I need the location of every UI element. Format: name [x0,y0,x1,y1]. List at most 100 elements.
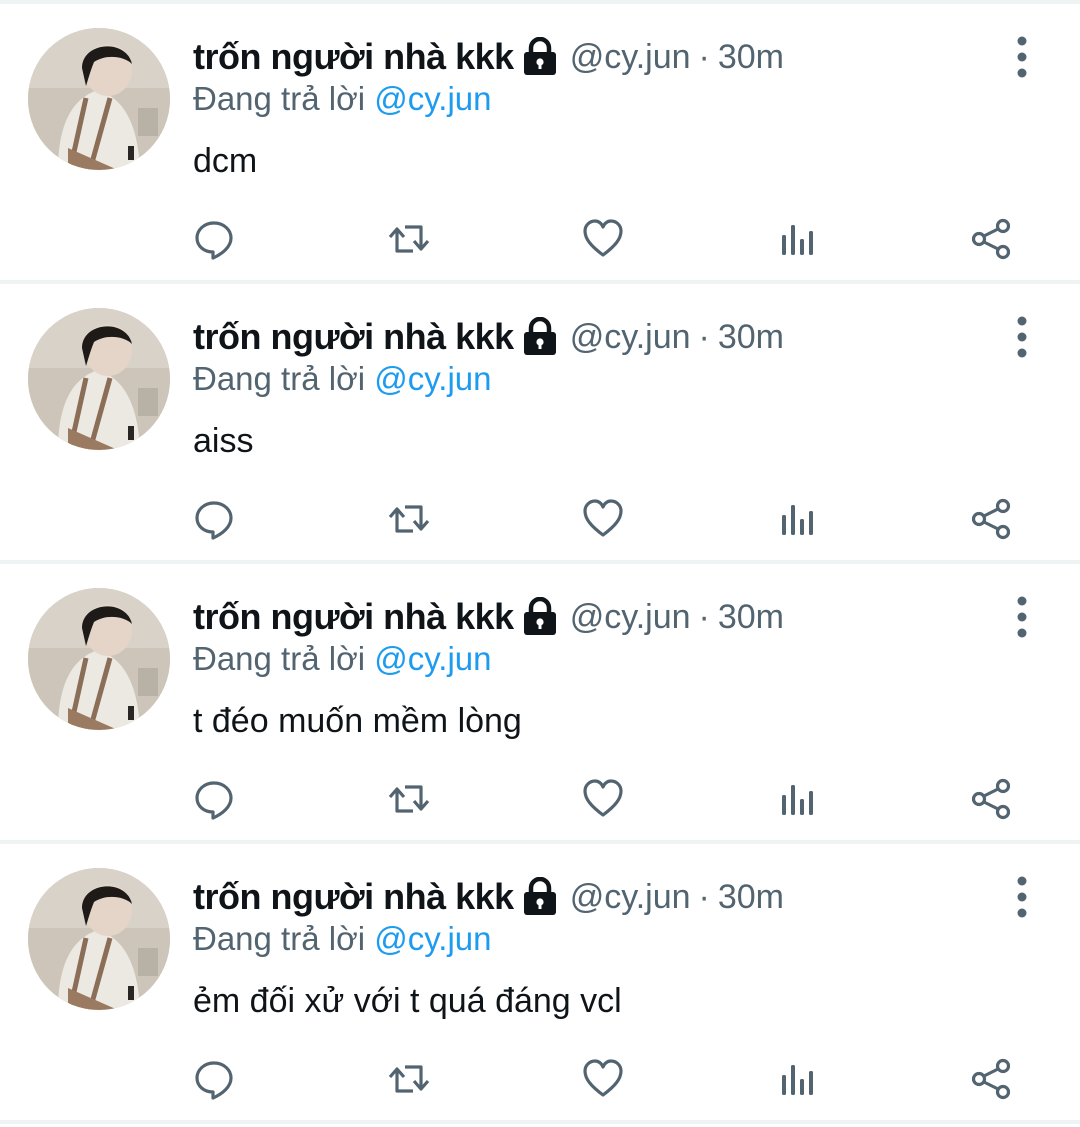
reply-icon [195,221,233,260]
replying-to-label: Đang trả lời [193,640,366,677]
tweet-header: trốn người nhà kkk @cy.jun · 30m [193,872,784,922]
replying-to-label: Đang trả lời [193,80,366,117]
reply-feed: trốn người nhà kkk @cy.jun · 30m Đang tr… [0,4,1080,1124]
timestamp[interactable]: 30m [718,598,784,637]
lock-icon [522,316,558,357]
retweet-button[interactable] [384,774,434,824]
tweet-actions [0,774,1080,824]
heart-icon [583,1059,623,1097]
reply-button[interactable] [189,494,239,544]
timestamp[interactable]: 30m [718,878,784,917]
reply-icon [195,781,233,820]
display-name[interactable]: trốn người nhà kkk [193,596,514,638]
retweet-icon [388,785,430,813]
tweet-text: t đéo muốn mềm lòng [193,702,522,740]
separator-dot: · [698,877,710,916]
reply-button[interactable] [189,214,239,264]
replying-to: Đang trả lời @cy.jun [193,920,491,958]
tweet-header: trốn người nhà kkk @cy.jun · 30m [193,592,784,642]
tweet-text: dcm [193,142,258,180]
retweet-button[interactable] [384,1054,434,1104]
timestamp[interactable]: 30m [718,38,784,77]
share-button[interactable] [966,494,1016,544]
more-vertical-icon [1017,596,1027,638]
reply-icon [195,501,233,540]
share-icon [971,778,1011,820]
replying-to: Đang trả lời @cy.jun [193,360,491,398]
replying-to-label: Đang trả lời [193,920,366,957]
share-icon [971,218,1011,260]
retweet-icon [388,505,430,533]
handle[interactable]: @cy.jun [570,878,691,917]
replying-to-label: Đang trả lời [193,360,366,397]
views-button[interactable] [772,774,822,824]
views-button[interactable] [772,494,822,544]
like-button[interactable] [578,494,628,544]
tweet[interactable]: trốn người nhà kkk @cy.jun · 30m Đang tr… [0,564,1080,844]
more-vertical-icon [1017,36,1027,78]
display-name[interactable]: trốn người nhà kkk [193,36,514,78]
tweet-header: trốn người nhà kkk @cy.jun · 30m [193,312,784,362]
views-button[interactable] [772,1054,822,1104]
more-vertical-icon [1017,876,1027,918]
tweet[interactable]: trốn người nhà kkk @cy.jun · 30m Đang tr… [0,284,1080,564]
heart-icon [583,499,623,537]
replying-to-mention[interactable]: @cy.jun [374,640,491,677]
retweet-button[interactable] [384,214,434,264]
tweet-text: aiss [193,422,254,460]
like-button[interactable] [578,214,628,264]
reply-button[interactable] [189,774,239,824]
more-options-button[interactable] [1002,594,1042,640]
avatar[interactable] [28,308,170,450]
views-chart-icon [782,1065,813,1095]
tweet-header: trốn người nhà kkk @cy.jun · 30m [193,32,784,82]
tweet-actions [0,214,1080,264]
handle[interactable]: @cy.jun [570,598,691,637]
reply-icon [195,1061,233,1100]
replying-to-mention[interactable]: @cy.jun [374,360,491,397]
replying-to: Đang trả lời @cy.jun [193,80,491,118]
share-button[interactable] [966,774,1016,824]
tweet-actions [0,494,1080,544]
timestamp[interactable]: 30m [718,318,784,357]
share-button[interactable] [966,214,1016,264]
retweet-icon [388,1065,430,1093]
handle[interactable]: @cy.jun [570,318,691,357]
share-icon [971,1058,1011,1100]
reply-button[interactable] [189,1054,239,1104]
retweet-icon [388,225,430,253]
share-button[interactable] [966,1054,1016,1104]
separator-dot: · [698,317,710,356]
views-chart-icon [782,505,813,535]
like-button[interactable] [578,774,628,824]
tweet[interactable]: trốn người nhà kkk @cy.jun · 30m Đang tr… [0,4,1080,284]
display-name[interactable]: trốn người nhà kkk [193,876,514,918]
display-name[interactable]: trốn người nhà kkk [193,316,514,358]
separator-dot: · [698,597,710,636]
more-vertical-icon [1017,316,1027,358]
share-icon [971,498,1011,540]
handle[interactable]: @cy.jun [570,38,691,77]
avatar[interactable] [28,868,170,1010]
replying-to-mention[interactable]: @cy.jun [374,80,491,117]
avatar[interactable] [28,588,170,730]
views-chart-icon [782,785,813,815]
tweet-text: ẻm đối xử với t quá đáng vcl [193,982,622,1020]
views-chart-icon [782,225,813,255]
more-options-button[interactable] [1002,34,1042,80]
retweet-button[interactable] [384,494,434,544]
replying-to: Đang trả lời @cy.jun [193,640,491,678]
replying-to-mention[interactable]: @cy.jun [374,920,491,957]
avatar[interactable] [28,28,170,170]
lock-icon [522,876,558,917]
tweet-actions [0,1054,1080,1104]
lock-icon [522,596,558,637]
like-button[interactable] [578,1054,628,1104]
heart-icon [583,219,623,257]
views-button[interactable] [772,214,822,264]
lock-icon [522,36,558,77]
more-options-button[interactable] [1002,874,1042,920]
separator-dot: · [698,37,710,76]
tweet[interactable]: trốn người nhà kkk @cy.jun · 30m Đang tr… [0,844,1080,1124]
more-options-button[interactable] [1002,314,1042,360]
